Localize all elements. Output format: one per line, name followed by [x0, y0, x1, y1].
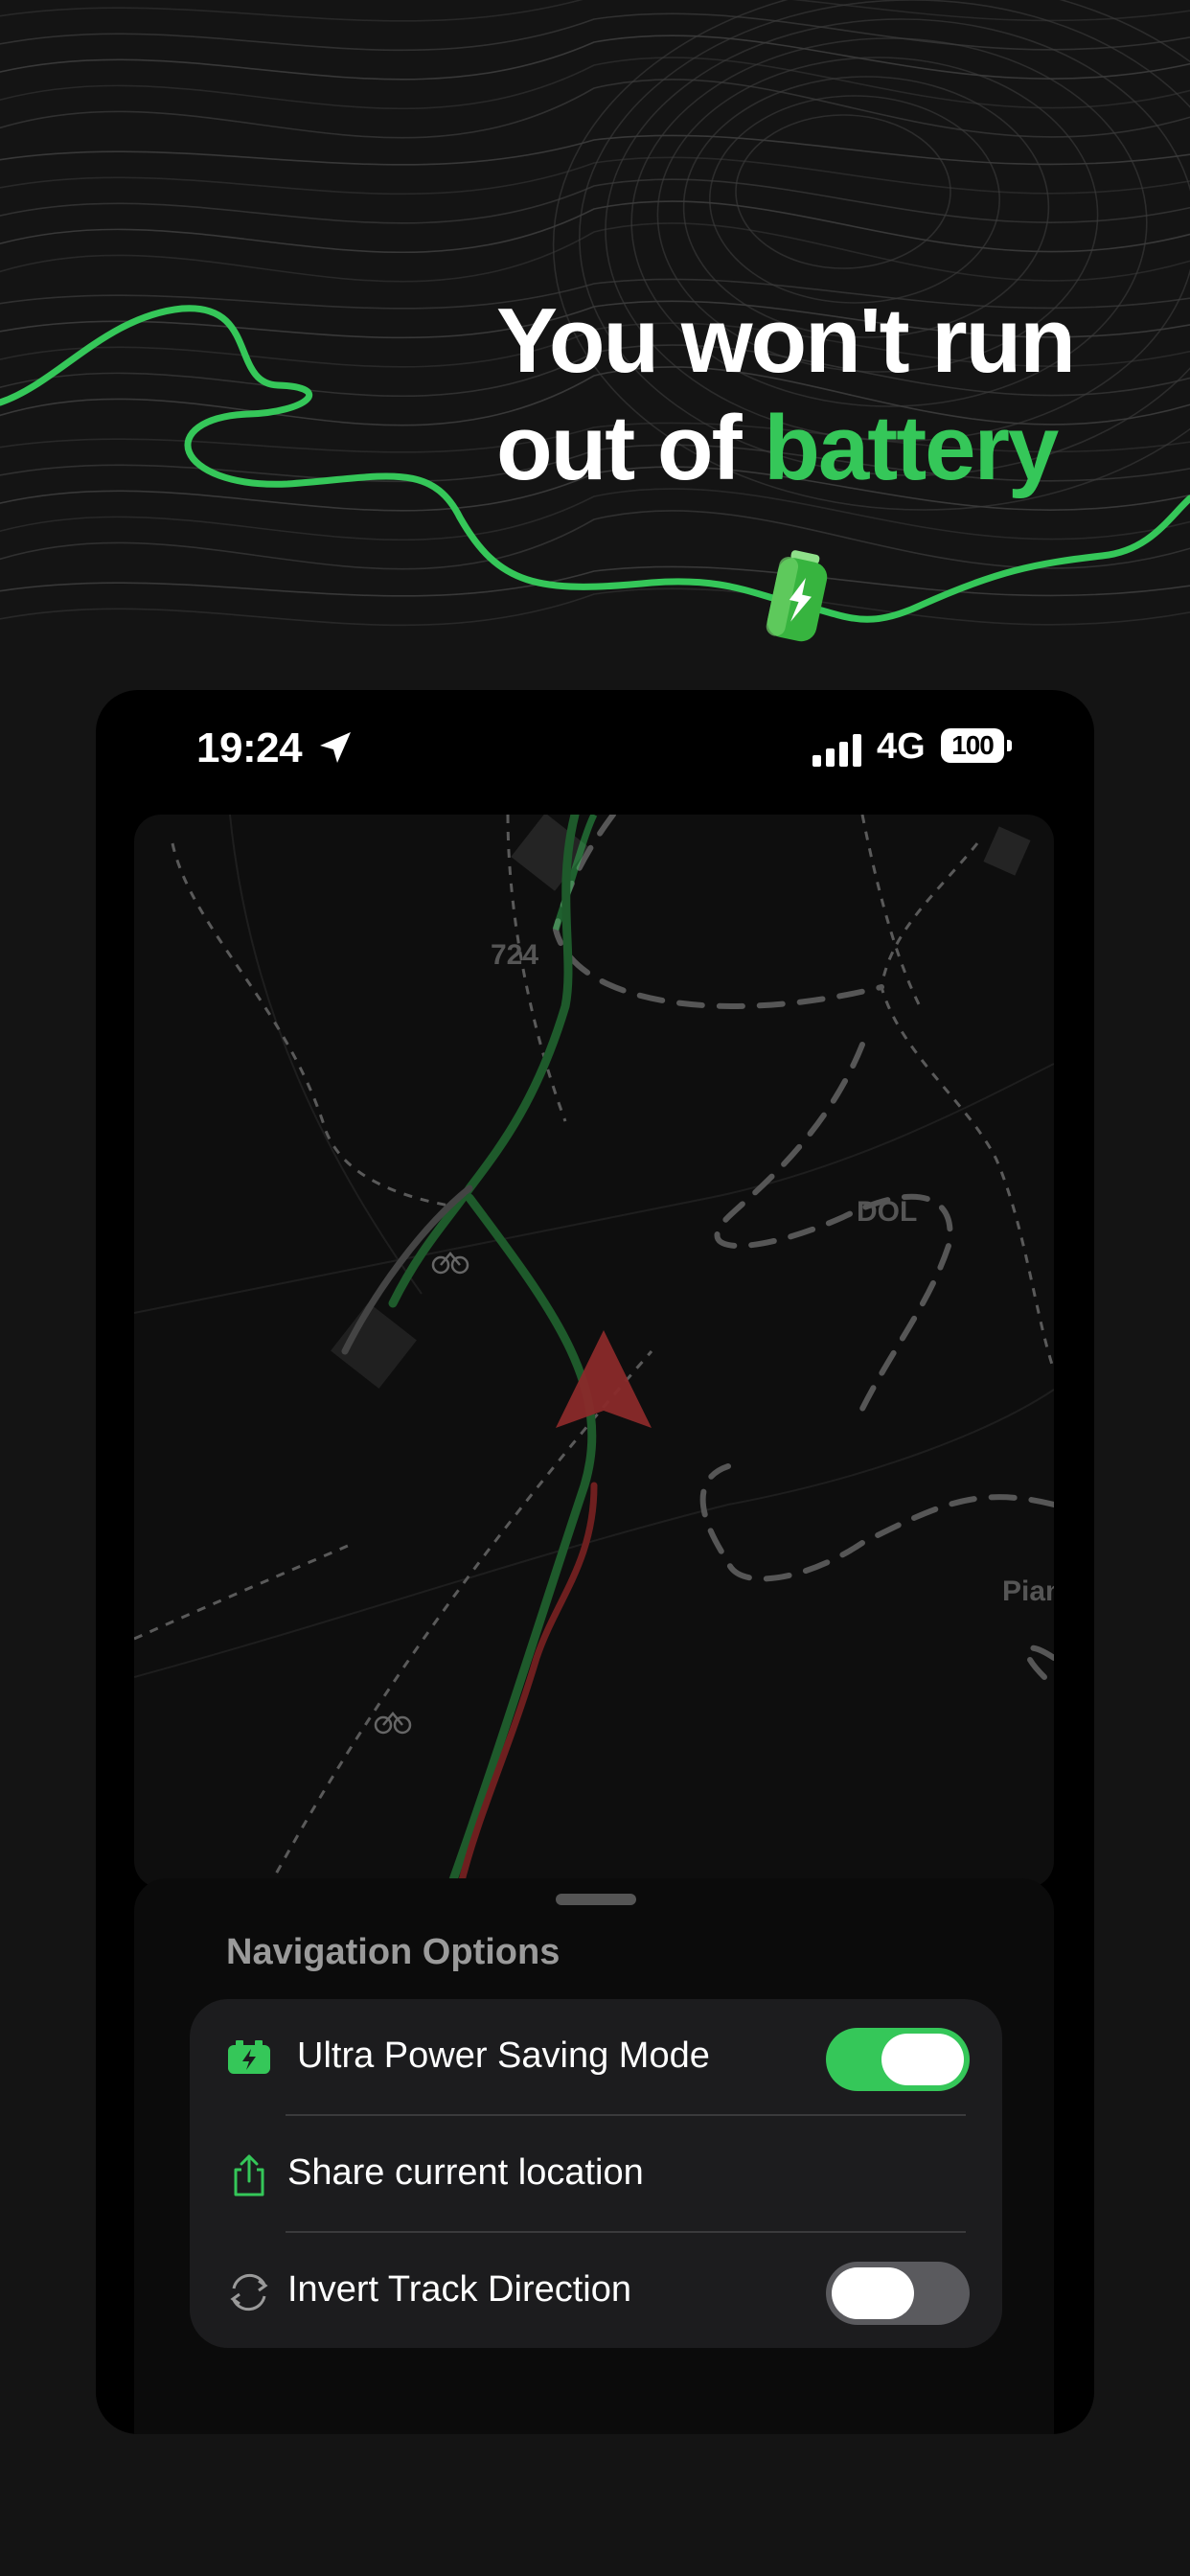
power-saving-toggle[interactable]	[826, 2028, 970, 2091]
option-label: Share current location	[287, 2152, 644, 2193]
sheet-title: Navigation Options	[226, 1932, 561, 1972]
option-label: Invert Track Direction	[287, 2269, 631, 2310]
navigation-options-sheet: Navigation Options Ultra Power Saving Mo…	[134, 1878, 1054, 2434]
map-label-elevation: 724	[491, 939, 539, 971]
map-canvas	[134, 815, 1054, 1888]
contour-line	[0, 134, 1190, 166]
invert-track-toggle[interactable]	[826, 2262, 970, 2325]
share-icon	[234, 2154, 264, 2196]
location-arrow-icon	[320, 732, 351, 763]
option-label: Ultra Power Saving Mode	[297, 2036, 710, 2076]
battery-charge-icon	[228, 2040, 270, 2074]
map-label-dol: DOL	[857, 1196, 918, 1228]
status-time: 19:24	[196, 724, 303, 771]
battery-3d-icon	[766, 550, 828, 642]
option-ultra-power-saving[interactable]: Ultra Power Saving Mode	[190, 1999, 1002, 2116]
contour-line	[0, 34, 1190, 80]
sheet-grabber[interactable]	[556, 1894, 636, 1905]
headline: You won't run out of battery	[496, 288, 1167, 502]
contour-line	[0, 200, 1190, 254]
invert-arrows-icon	[230, 2273, 268, 2312]
cellular-signal-icon	[812, 734, 861, 767]
status-bar: 19:24 4G 100	[96, 690, 1094, 805]
contour-line	[0, 57, 1190, 110]
contour-ring	[708, 95, 1000, 304]
option-share-location[interactable]: Share current location	[190, 2116, 1002, 2233]
toggle-knob	[881, 2034, 964, 2085]
contour-ring	[735, 114, 951, 269]
headline-accent-word: battery	[764, 397, 1059, 499]
battery-nub	[1007, 740, 1012, 751]
headline-line-2: out of battery	[496, 395, 1167, 502]
network-type: 4G	[877, 726, 926, 767]
map-poi-square	[331, 1302, 417, 1389]
options-card: Ultra Power Saving Mode Share current lo…	[190, 1999, 1002, 2348]
battery-indicator: 100	[941, 728, 1004, 763]
headline-line-1: You won't run	[496, 289, 1076, 392]
map-label-pian: Pian	[1002, 1576, 1054, 1607]
headline-line-2-prefix: out of	[496, 397, 765, 499]
contour-line	[0, 178, 1190, 224]
toggle-knob	[832, 2267, 914, 2319]
phone-frame: 19:24 4G 100 724 DOL Pia Navigation Opti…	[96, 690, 1094, 2434]
option-invert-track[interactable]: Invert Track Direction	[190, 2233, 1002, 2350]
map-view[interactable]: 724 DOL Pian	[134, 815, 1054, 1888]
map-poi-square	[983, 826, 1031, 876]
